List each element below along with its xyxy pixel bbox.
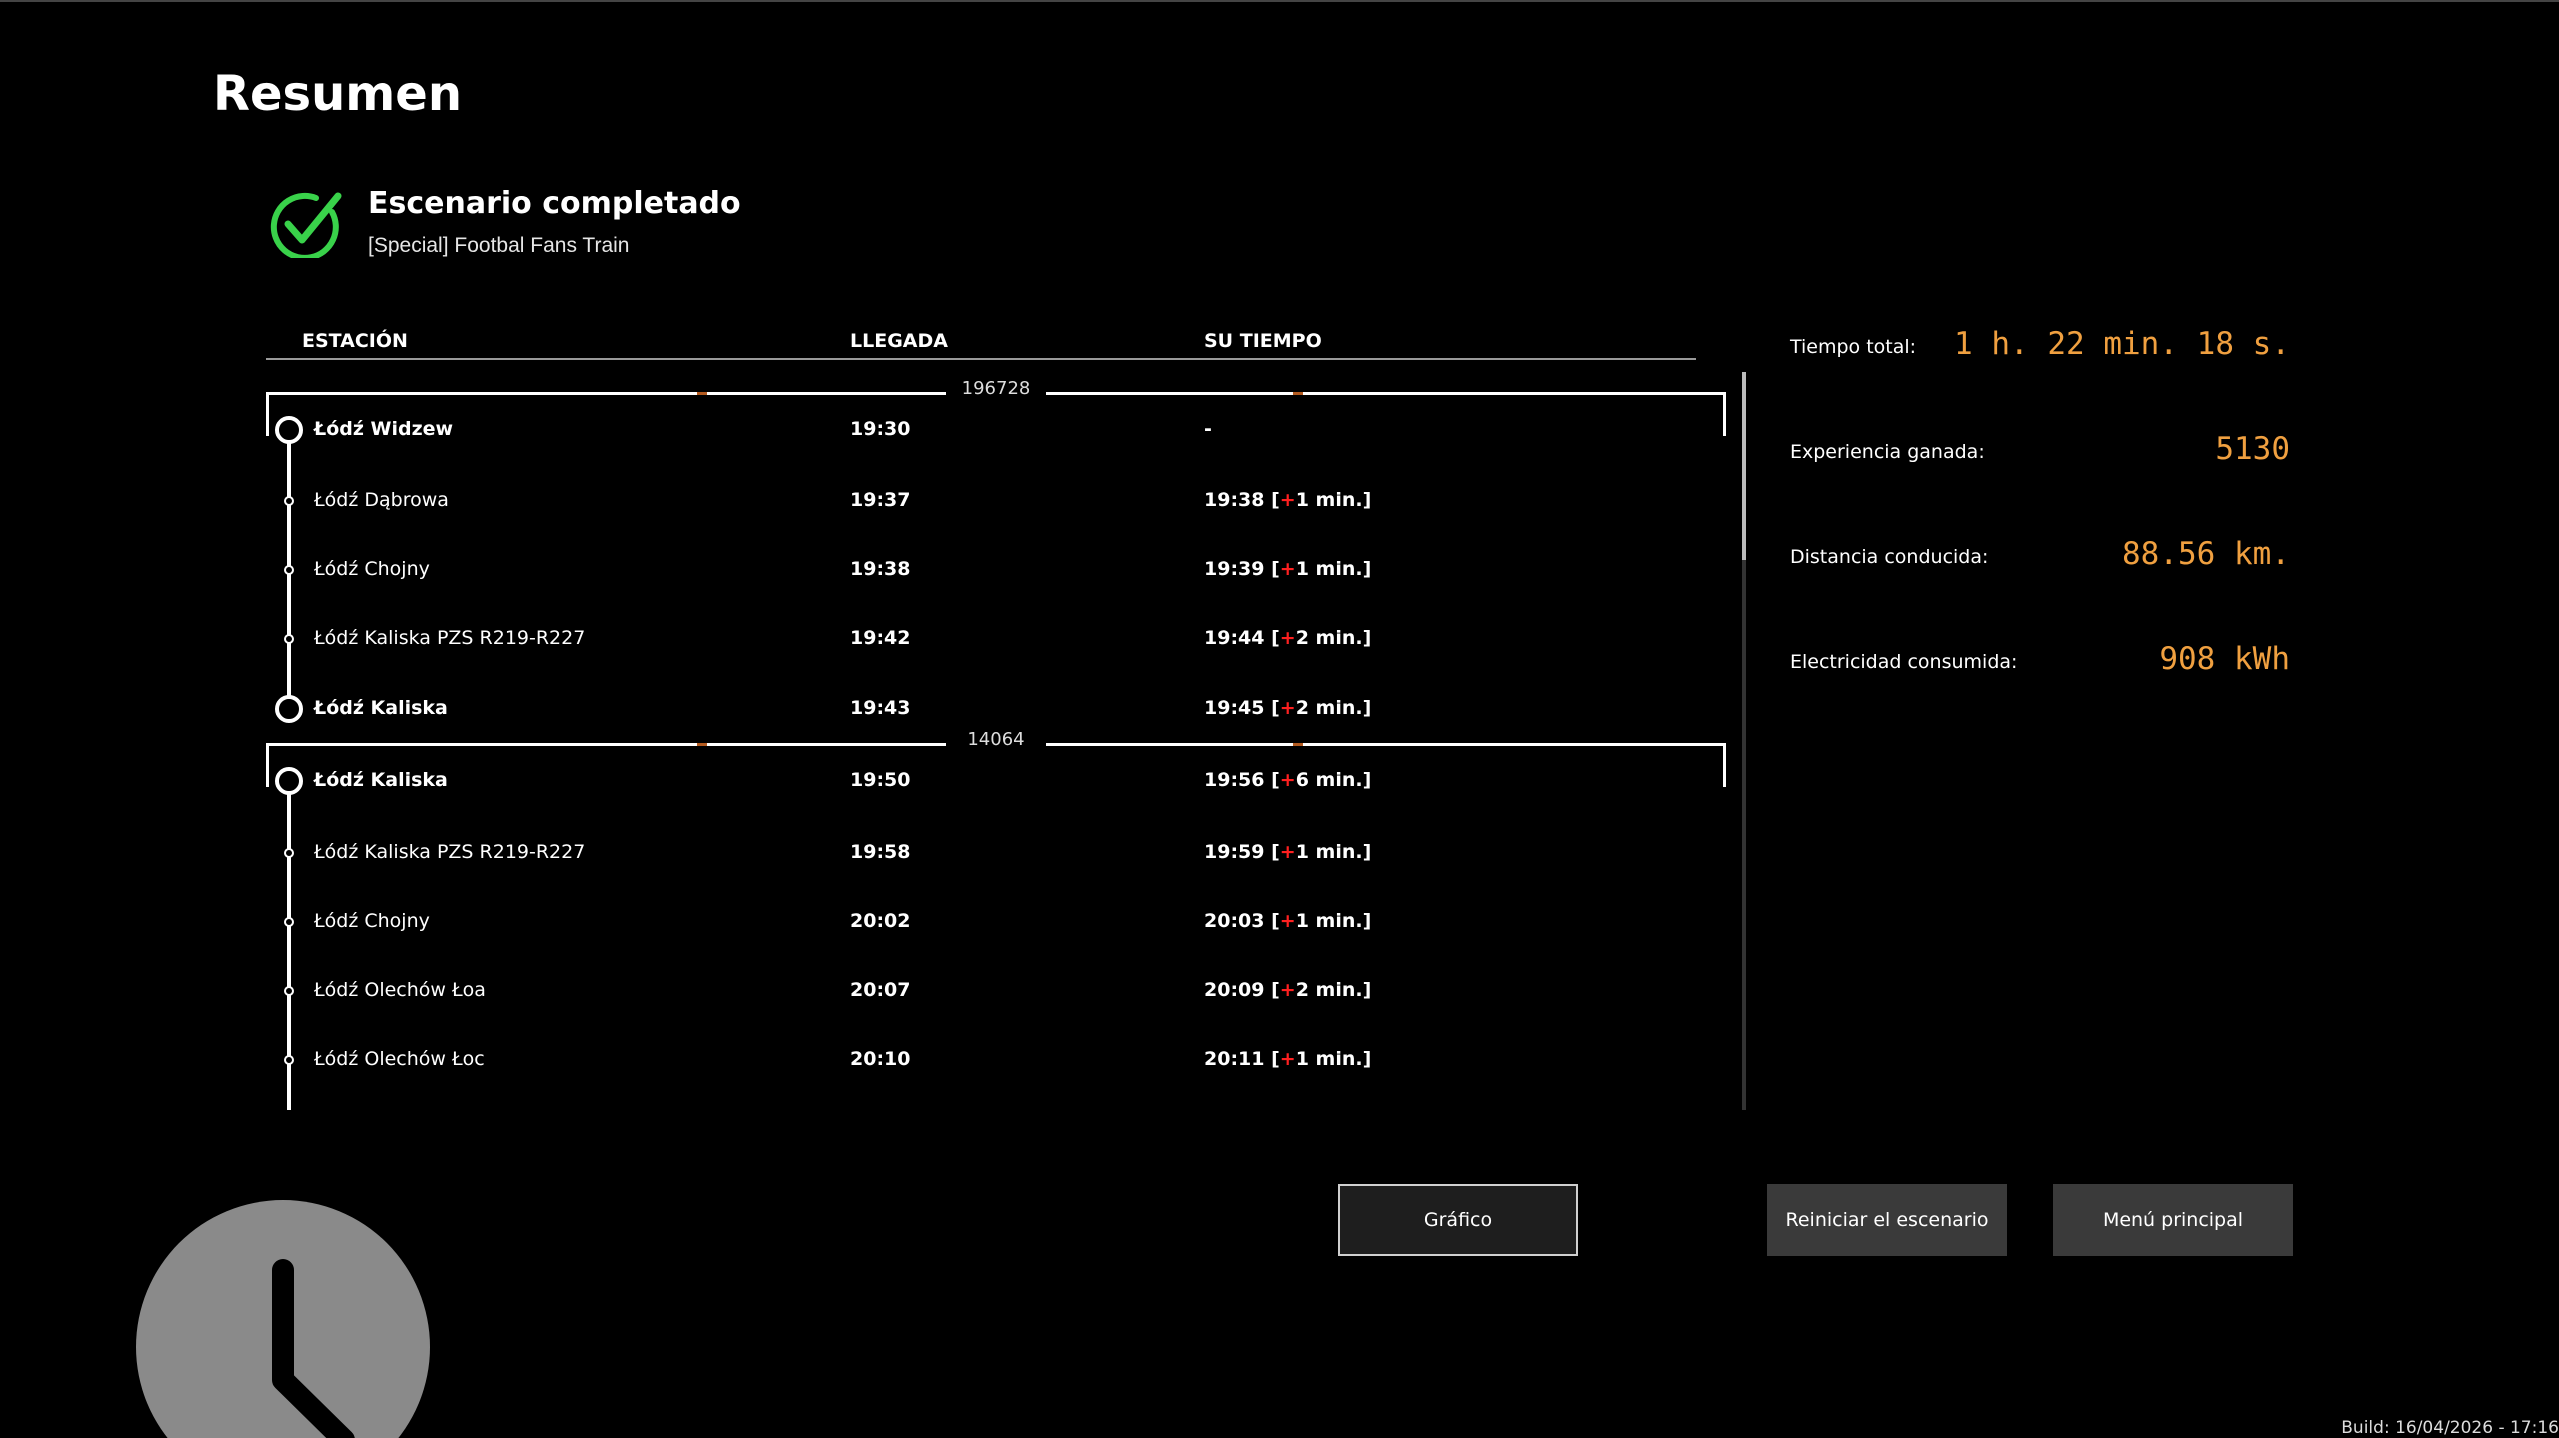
chart-button[interactable]: Gráfico xyxy=(1338,1184,1578,1256)
train-number: 14064 xyxy=(946,729,1046,750)
table-row: Łódź Kaliska 19:50 19:56 [+6 min.] xyxy=(266,766,1726,796)
clock-icon xyxy=(136,1200,430,1438)
arrival-time: 20:10 xyxy=(850,1048,911,1070)
station-name: Łódź Dąbrowa xyxy=(314,489,449,511)
table-row: Łódź Widzew 19:30 - xyxy=(266,415,1726,445)
stop-marker xyxy=(284,986,294,996)
check-icon xyxy=(270,192,342,258)
stop-marker xyxy=(284,634,294,644)
table-row: Łódź Dąbrowa 19:37 19:38 [+1 min.] xyxy=(266,486,1726,516)
your-time: - xyxy=(1204,418,1212,440)
timetable[interactable]: 196728 Łódź Widzew 19:30 - Łódź Dąbrowa … xyxy=(266,378,1736,1110)
stat-total-time: Tiempo total: 1 h. 22 min. 18 s. xyxy=(1790,326,2290,362)
table-header: ESTACIÓN LLEGADA SU TIEMPO xyxy=(266,328,1696,360)
arrival-time: 20:02 xyxy=(850,910,911,932)
table-row: Łódź Olechów Łoc 20:10 20:11 [+1 min.] xyxy=(266,1045,1726,1075)
station-name: Łódź Kaliska PZS R219-R227 xyxy=(314,627,586,649)
your-time: 19:59 [+1 min.] xyxy=(1204,841,1372,863)
your-time: 19:44 [+2 min.] xyxy=(1204,627,1372,649)
arrival-time: 19:30 xyxy=(850,418,911,440)
your-time: 19:45 [+2 min.] xyxy=(1204,697,1372,719)
top-border xyxy=(0,0,2559,2)
station-name: Łódź Olechów Łoa xyxy=(314,979,486,1001)
arrival-time: 19:43 xyxy=(850,697,911,719)
stop-marker xyxy=(284,848,294,858)
header-your-time: SU TIEMPO xyxy=(1204,330,1322,352)
arrival-time: 19:58 xyxy=(850,841,911,863)
header-arrival: LLEGADA xyxy=(850,330,948,352)
station-name: Łódź Chojny xyxy=(314,910,430,932)
arrival-time: 20:07 xyxy=(850,979,911,1001)
stat-experience: Experiencia ganada: 5130 xyxy=(1790,431,2290,467)
page-title: Resumen xyxy=(213,66,462,122)
stop-marker xyxy=(284,496,294,506)
train-number: 196728 xyxy=(946,378,1046,399)
station-name: Łódź Widzew xyxy=(314,418,454,440)
table-row: Łódź Chojny 20:02 20:03 [+1 min.] xyxy=(266,907,1726,937)
station-name: Łódź Kaliska xyxy=(314,697,448,719)
your-time: 19:38 [+1 min.] xyxy=(1204,489,1372,511)
table-row: Łódź Kaliska 19:43 19:45 [+2 min.] xyxy=(266,694,1726,724)
station-name: Łódź Kaliska PZS R219-R227 xyxy=(314,841,586,863)
arrival-time: 19:37 xyxy=(850,489,911,511)
major-stop-marker xyxy=(275,695,303,723)
status-title: Escenario completado xyxy=(368,186,741,221)
table-row: Łódź Olechów Łoa 20:07 20:09 [+2 min.] xyxy=(266,976,1726,1006)
major-stop-marker xyxy=(275,767,303,795)
stop-marker xyxy=(284,1055,294,1065)
station-name: Łódź Kaliska xyxy=(314,769,448,791)
stop-marker xyxy=(284,917,294,927)
your-time: 20:03 [+1 min.] xyxy=(1204,910,1372,932)
your-time: 20:09 [+2 min.] xyxy=(1204,979,1372,1001)
main-menu-button[interactable]: Menú principal xyxy=(2053,1184,2293,1256)
station-name: Łódź Chojny xyxy=(314,558,430,580)
restart-scenario-button[interactable]: Reiniciar el escenario xyxy=(1767,1184,2007,1256)
stat-distance: Distancia conducida: 88.56 km. xyxy=(1790,536,2290,572)
header-station: ESTACIÓN xyxy=(302,330,408,352)
stat-electricity: Electricidad consumida: 908 kWh xyxy=(1790,641,2290,677)
your-time: 19:39 [+1 min.] xyxy=(1204,558,1372,580)
scenario-name: [Special] Footbal Fans Train xyxy=(368,234,630,257)
table-row: Łódź Chojny 19:38 19:39 [+1 min.] xyxy=(266,555,1726,585)
arrival-time: 19:38 xyxy=(850,558,911,580)
scrollbar-thumb[interactable] xyxy=(1742,372,1746,560)
station-name: Łódź Olechów Łoc xyxy=(314,1048,485,1070)
arrival-time: 19:42 xyxy=(850,627,911,649)
major-stop-marker xyxy=(275,416,303,444)
scenario-status: Escenario completado [Special] Footbal F… xyxy=(270,186,870,266)
arrival-time: 19:50 xyxy=(850,769,911,791)
stop-marker xyxy=(284,565,294,575)
your-time: 20:11 [+1 min.] xyxy=(1204,1048,1372,1070)
your-time: 19:56 [+6 min.] xyxy=(1204,769,1372,791)
build-version: Build: 16/04/2026 - 17:16 xyxy=(2341,1418,2559,1438)
table-row: Łódź Kaliska PZS R219-R227 19:58 19:59 [… xyxy=(266,838,1726,868)
table-row: Łódź Kaliska PZS R219-R227 19:42 19:44 [… xyxy=(266,624,1726,654)
